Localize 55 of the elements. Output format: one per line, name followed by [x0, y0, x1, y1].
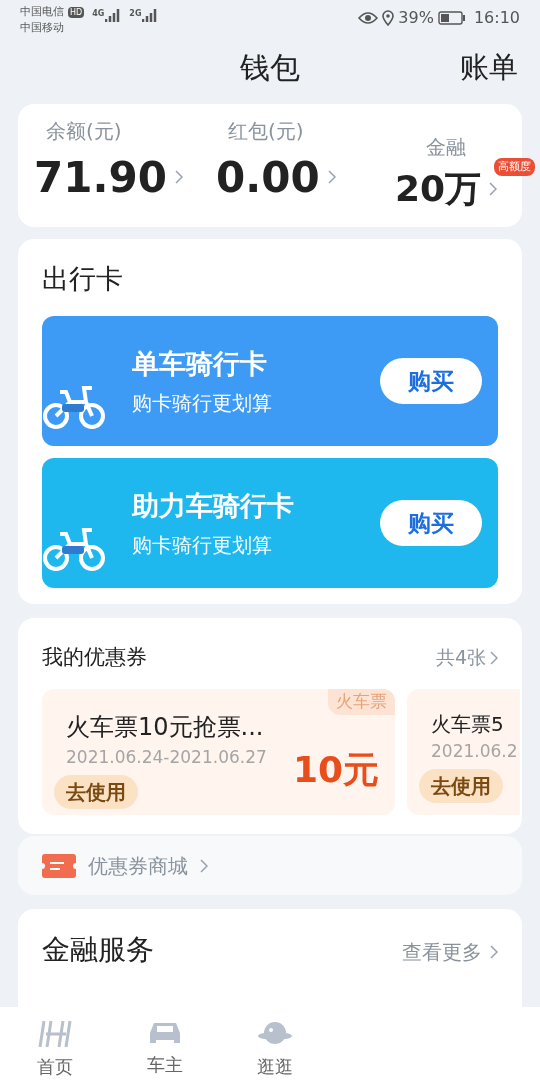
use-button[interactable]: 去使用 — [419, 768, 503, 803]
chevron-right-icon — [174, 170, 183, 185]
card-title: 助力车骑行卡 — [132, 488, 295, 523]
carrier-name: 中国移动 — [20, 20, 65, 36]
tab-item[interactable]: 逛逛 — [240, 1019, 310, 1080]
section-title: 出行卡 — [42, 262, 124, 297]
chevron-right-icon — [490, 650, 498, 665]
ride-card[interactable]: 助力车骑行卡 购卡骑行更划算 购买 — [42, 457, 498, 588]
ticket-icon — [42, 853, 76, 878]
chevron-right-icon — [200, 858, 208, 873]
card-subtitle: 购卡骑行更划算 — [132, 532, 273, 560]
coupon-title: 火车票5 — [431, 711, 504, 739]
balance-amount[interactable]: 0.00 — [216, 145, 320, 209]
coupon-card[interactable]: 火车票5 2021.06.2 去使用 — [407, 689, 520, 816]
signal-icon — [142, 8, 159, 22]
coupon-dates: 2021.06.2 — [431, 740, 518, 764]
ride-card[interactable]: 单车骑行卡 购卡骑行更划算 购买 — [42, 315, 498, 446]
clock-time: 16:10 — [473, 7, 520, 29]
balance-label: 金融 — [425, 133, 467, 161]
section-title: 我的优惠券 — [42, 643, 147, 671]
balance-label: 余额(元) — [45, 117, 123, 145]
balance-amount[interactable]: 20万 — [394, 161, 482, 216]
chevron-right-icon — [327, 170, 336, 185]
network-type: 2G — [129, 8, 142, 20]
tab-item[interactable]: 首页 — [20, 1019, 90, 1080]
network-type: 4G — [92, 8, 105, 20]
coupon-card[interactable]: 火车票 火车票10元抢票... 2021.06.24-2021.06.27 10元 去使用 — [42, 689, 395, 816]
use-button[interactable]: 去使用 — [54, 774, 138, 809]
section-title: 金融服务 — [42, 931, 154, 968]
chevron-right-icon — [489, 181, 498, 196]
coupon-amount: 10元 — [292, 748, 379, 793]
coupon-mall-link[interactable]: 优惠券商城 — [88, 850, 188, 881]
battery-icon — [437, 11, 466, 25]
chevron-right-icon — [490, 944, 498, 959]
battery-percent: 39% — [398, 7, 434, 29]
balance-label: 红包(元) — [227, 117, 305, 145]
balance-amount[interactable]: 71.90 — [34, 145, 167, 209]
location-icon — [382, 10, 395, 26]
card-subtitle: 购卡骑行更划算 — [132, 390, 273, 418]
signal-icon — [105, 8, 122, 22]
coupon-tag: 火车票 — [328, 689, 395, 715]
hd-badge: HD — [68, 6, 85, 18]
carrier-name: 中国电信 — [20, 4, 64, 20]
coupon-title: 火车票10元抢票... — [66, 712, 264, 744]
page-title: 钱包 — [240, 49, 300, 87]
buy-button[interactable]: 购买 — [380, 357, 482, 404]
tab-item[interactable]: 车主 — [130, 1019, 200, 1078]
bill-link[interactable]: 账单 — [460, 45, 518, 90]
coupon-count[interactable]: 共4张 — [435, 643, 486, 672]
card-title: 单车骑行卡 — [132, 346, 268, 381]
buy-button[interactable]: 购买 — [380, 499, 482, 546]
credit-badge: 高额度 — [494, 157, 536, 176]
coupon-dates: 2021.06.24-2021.06.27 — [66, 746, 267, 770]
see-more-link[interactable]: 查看更多 — [402, 936, 482, 967]
eye-icon — [358, 11, 379, 25]
